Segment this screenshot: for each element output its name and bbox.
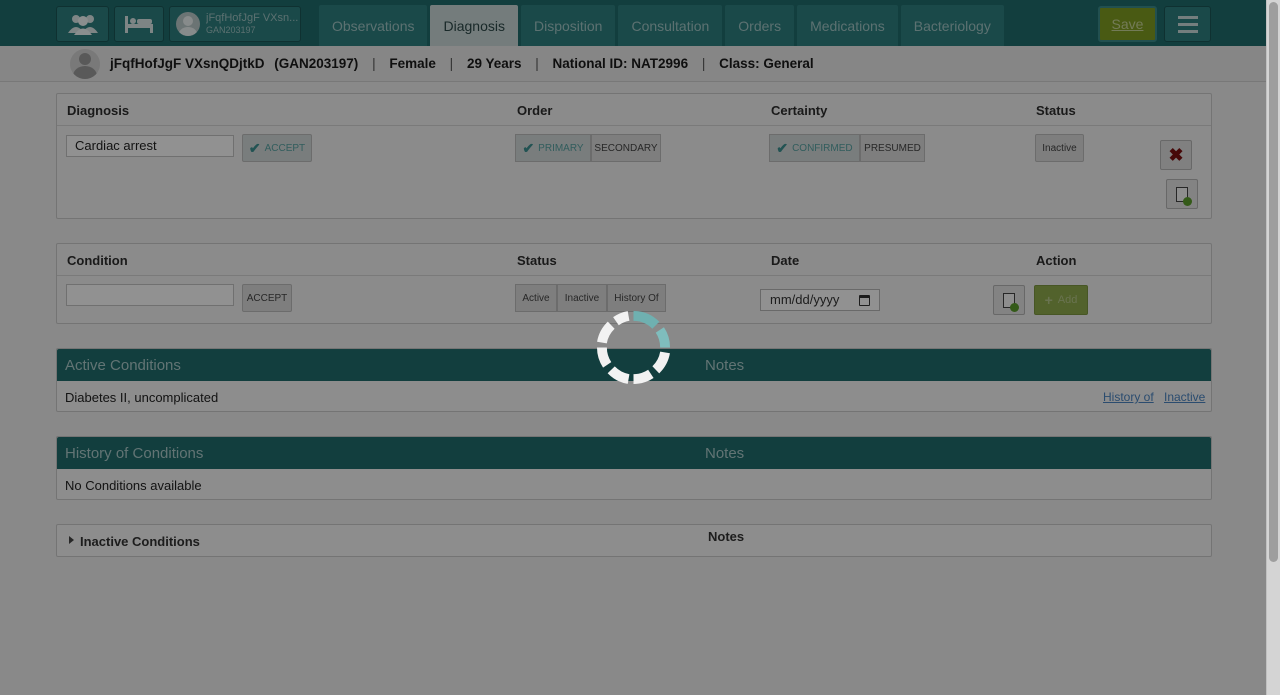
page-scrollbar[interactable] bbox=[1266, 0, 1280, 695]
scrollbar-thumb[interactable] bbox=[1269, 2, 1278, 562]
loading-spinner-icon bbox=[597, 311, 670, 384]
